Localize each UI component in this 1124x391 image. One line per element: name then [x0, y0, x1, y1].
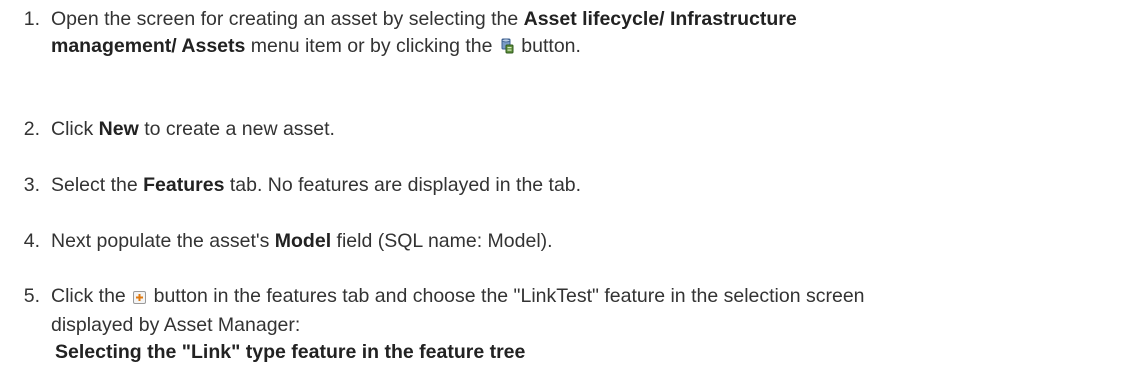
- step-text-segment: button in the features tab and choose th…: [148, 285, 865, 307]
- step-number: 5.: [23, 285, 40, 307]
- new-button-label: New: [98, 118, 139, 140]
- step-number: 4.: [23, 230, 40, 252]
- step-text-segment: Open the screen for creating an asset by…: [51, 8, 524, 30]
- menu-path-continued: management/ Assets: [51, 35, 246, 57]
- step-text-segment: button.: [515, 35, 581, 57]
- model-field-label: Model: [274, 230, 332, 252]
- features-tab-label: Features: [143, 174, 225, 196]
- step-text: Click New to create a new asset.: [51, 116, 1111, 143]
- step-text: Click the button in the features tab and…: [51, 283, 1111, 366]
- asset-database-icon: [500, 35, 514, 62]
- step-text-segment: tab. No features are displayed in the ta…: [224, 174, 582, 196]
- step-number: 2.: [23, 118, 40, 140]
- step-text-segment: menu item or by clicking the: [245, 35, 498, 57]
- step-number: 1.: [23, 8, 40, 30]
- step-text: Select the Features tab. No features are…: [51, 172, 1111, 199]
- step-number: 3.: [23, 174, 40, 196]
- step-text-segment: Next populate the asset's: [51, 230, 275, 252]
- step-text-segment: to create a new asset.: [138, 118, 335, 140]
- step-text-segment: displayed by Asset Manager:: [51, 314, 301, 336]
- step-text-segment: Click: [51, 118, 99, 140]
- step-text-segment: Select the: [51, 174, 144, 196]
- add-feature-icon: [133, 285, 147, 312]
- step-text-segment: field (SQL name: Model).: [331, 230, 553, 252]
- step-text: Next populate the asset's Model field (S…: [51, 228, 1111, 255]
- step-text: Open the screen for creating an asset by…: [51, 6, 1111, 62]
- figure-caption: Selecting the "Link" type feature in the…: [55, 341, 526, 363]
- menu-path: Asset lifecycle/ Infrastructure: [523, 8, 797, 30]
- step-text-segment: Click the: [51, 285, 132, 307]
